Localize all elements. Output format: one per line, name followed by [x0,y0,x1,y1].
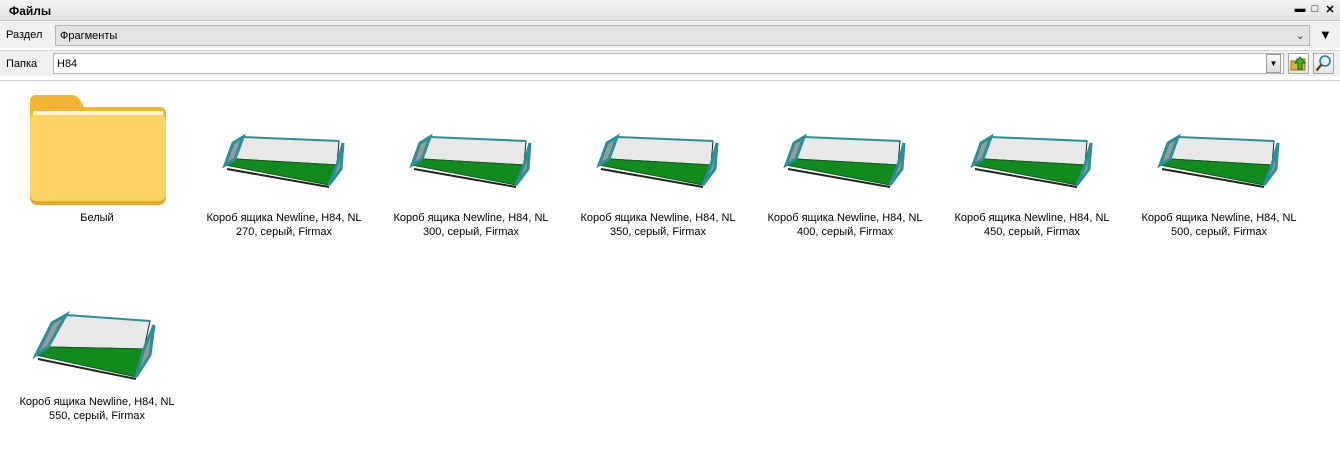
search-icon [1315,55,1331,72]
folder-dropdown-button[interactable]: ▼ [1266,54,1281,73]
drawer-box-icon [596,133,719,188]
drawer-box-icon [32,311,156,380]
drawer-box-icon [783,133,906,188]
folder-path-field[interactable]: H84 [53,53,1284,74]
maximize-icon[interactable]: □ [1309,2,1321,16]
item-caption: Короб ящика Newline, H84, NL 350, серый,… [580,212,736,238]
folder-row: Папка H84 ▼ [0,50,1340,76]
drawer-thumbnail [6,277,188,395]
drawer-thumbnail [567,93,749,211]
folder-item-belyi[interactable]: Белый [6,93,188,225]
drawer-item-nl300[interactable]: Короб ящика Newline, H84, NL 300, серый,… [380,93,562,239]
panel-titlebar: Файлы ▬ □ ✕ [0,0,1340,21]
panel-title: Файлы [9,4,52,18]
folder-icon [30,95,166,205]
close-icon[interactable]: ✕ [1324,2,1336,16]
folder-up-icon [1290,56,1307,71]
folder-up-button[interactable] [1288,53,1309,74]
drawer-box-icon [1157,133,1280,188]
drawer-item-nl550[interactable]: Короб ящика Newline, H84, NL 550, серый,… [6,277,188,423]
item-caption: Короб ящика Newline, H84, NL 500, серый,… [1141,212,1297,238]
minimize-icon[interactable]: ▬ [1294,2,1306,16]
item-caption: Белый [80,212,114,224]
section-menu-button[interactable]: ▼ [1319,27,1332,42]
chevron-down-icon[interactable]: ⌄ [1296,29,1305,42]
drawer-thumbnail [1128,93,1310,211]
drawer-thumbnail [193,93,375,211]
section-select[interactable]: Фрагменты ⌄ [55,25,1310,46]
item-caption: Короб ящика Newline, H84, NL 400, серый,… [767,212,923,238]
drawer-box-icon [222,133,345,188]
file-grid: Белый Короб ящика Newline, H84, NL 270, … [0,80,1340,449]
item-caption: Короб ящика Newline, H84, NL 300, серый,… [393,212,549,238]
folder-path-value: H84 [57,58,78,70]
section-label: Раздел [6,29,43,41]
folder-label: Папка [6,58,38,70]
drawer-thumbnail [941,93,1123,211]
drawer-item-nl350[interactable]: Короб ящика Newline, H84, NL 350, серый,… [567,93,749,239]
drawer-thumbnail [754,93,936,211]
section-row: Раздел Фрагменты ⌄ ▼ [0,22,1340,48]
item-caption: Короб ящика Newline, H84, NL 550, серый,… [19,396,175,422]
section-select-value: Фрагменты [60,30,118,42]
drawer-item-nl450[interactable]: Короб ящика Newline, H84, NL 450, серый,… [941,93,1123,239]
drawer-thumbnail [380,93,562,211]
drawer-item-nl400[interactable]: Короб ящика Newline, H84, NL 400, серый,… [754,93,936,239]
drawer-box-icon [970,133,1093,188]
item-caption: Короб ящика Newline, H84, NL 270, серый,… [206,212,362,238]
item-caption: Короб ящика Newline, H84, NL 450, серый,… [954,212,1110,238]
drawer-item-nl500[interactable]: Короб ящика Newline, H84, NL 500, серый,… [1128,93,1310,239]
drawer-item-nl270[interactable]: Короб ящика Newline, H84, NL 270, серый,… [193,93,375,239]
drawer-box-icon [409,133,532,188]
search-button[interactable] [1313,53,1334,74]
